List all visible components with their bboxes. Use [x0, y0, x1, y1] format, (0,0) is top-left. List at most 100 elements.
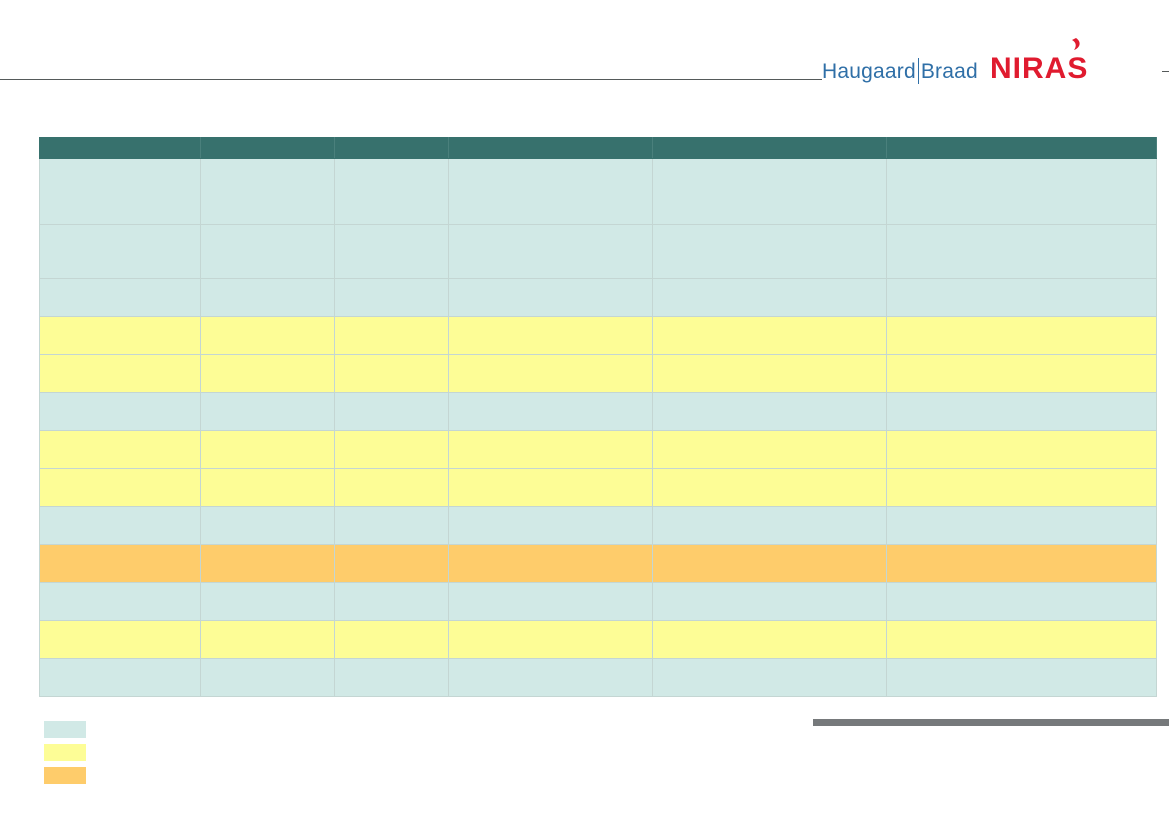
- table-cell: [39, 658, 201, 697]
- table-cell: [39, 316, 201, 355]
- table-cell: [886, 582, 1157, 621]
- table-cell: [200, 544, 335, 583]
- table-cell: [334, 468, 449, 507]
- table-row: [39, 468, 1157, 507]
- table-cell: [334, 224, 449, 279]
- niras-logo-mark: NIRAS: [990, 38, 1087, 85]
- column-header: [39, 137, 201, 159]
- column-header: [334, 137, 449, 159]
- table-cell: [652, 224, 887, 279]
- table-row: [39, 582, 1157, 621]
- logo-separator: [917, 58, 919, 84]
- table-cell: [200, 278, 335, 317]
- table-cell: [334, 158, 449, 225]
- table-cell: [886, 506, 1157, 545]
- data-table: [39, 137, 1157, 697]
- table-row: [39, 392, 1157, 431]
- table-cell: [334, 506, 449, 545]
- table-cell: [448, 224, 653, 279]
- table-cell: [448, 354, 653, 393]
- column-header: [448, 137, 653, 159]
- haugaard-braad-logo: Haugaard Braad: [822, 56, 978, 84]
- table-cell: [652, 582, 887, 621]
- table-cell: [652, 658, 887, 697]
- table-cell: [200, 224, 335, 279]
- table-cell: [200, 620, 335, 659]
- table-cell: [652, 392, 887, 431]
- table-cell: [886, 354, 1157, 393]
- table-cell: [886, 278, 1157, 317]
- table-row: [39, 544, 1157, 583]
- table-cell: [39, 468, 201, 507]
- table-cell: [334, 430, 449, 469]
- table-cell: [448, 620, 653, 659]
- header-rule: [0, 79, 822, 80]
- table-cell: [886, 224, 1157, 279]
- color-legend: [44, 721, 86, 790]
- niras-logo: NIRAS: [990, 36, 1130, 87]
- column-header: [200, 137, 335, 159]
- logo-right-text: Braad: [920, 60, 978, 83]
- table-cell: [652, 278, 887, 317]
- table-row: [39, 620, 1157, 659]
- table-cell: [39, 582, 201, 621]
- legend-swatch-teal: [44, 721, 86, 738]
- table-cell: [334, 392, 449, 431]
- table-cell: [334, 544, 449, 583]
- table-header-row: [39, 137, 1157, 159]
- table-cell: [39, 430, 201, 469]
- table-cell: [886, 158, 1157, 225]
- table-cell: [200, 506, 335, 545]
- table-cell: [39, 506, 201, 545]
- table-cell: [448, 392, 653, 431]
- table-cell: [652, 316, 887, 355]
- table-cell: [886, 544, 1157, 583]
- table-row: [39, 224, 1157, 279]
- table-cell: [334, 620, 449, 659]
- table-cell: [652, 506, 887, 545]
- table-cell: [448, 582, 653, 621]
- table-cell: [652, 544, 887, 583]
- table-cell: [39, 158, 201, 225]
- table-cell: [886, 658, 1157, 697]
- table-cell: [886, 430, 1157, 469]
- table-cell: [334, 316, 449, 355]
- table-cell: [334, 278, 449, 317]
- table-cell: [39, 224, 201, 279]
- table-cell: [200, 468, 335, 507]
- table-cell: [39, 544, 201, 583]
- table-cell: [448, 430, 653, 469]
- table-cell: [200, 354, 335, 393]
- column-header: [652, 137, 887, 159]
- table-cell: [448, 158, 653, 225]
- table-cell: [200, 392, 335, 431]
- header-rule-end: [1162, 71, 1169, 72]
- table-cell: [39, 620, 201, 659]
- logo-left-text: Haugaard: [822, 60, 916, 83]
- table-cell: [652, 354, 887, 393]
- table-row: [39, 278, 1157, 317]
- table-cell: [652, 620, 887, 659]
- table-cell: [334, 582, 449, 621]
- table-cell: [652, 430, 887, 469]
- table-cell: [448, 316, 653, 355]
- table-cell: [448, 506, 653, 545]
- table-row: [39, 430, 1157, 469]
- table-cell: [448, 658, 653, 697]
- table-cell: [200, 658, 335, 697]
- column-header: [886, 137, 1157, 159]
- table-cell: [652, 158, 887, 225]
- table-cell: [200, 430, 335, 469]
- table-cell: [448, 468, 653, 507]
- table-cell: [334, 658, 449, 697]
- table-cell: [200, 158, 335, 225]
- table-cell: [334, 354, 449, 393]
- legend-swatch-yellow: [44, 744, 86, 761]
- table-cell: [886, 316, 1157, 355]
- table-cell: [448, 278, 653, 317]
- table-row: [39, 354, 1157, 393]
- table-cell: [200, 316, 335, 355]
- table-cell: [448, 544, 653, 583]
- table-cell: [886, 392, 1157, 431]
- table-row: [39, 658, 1157, 697]
